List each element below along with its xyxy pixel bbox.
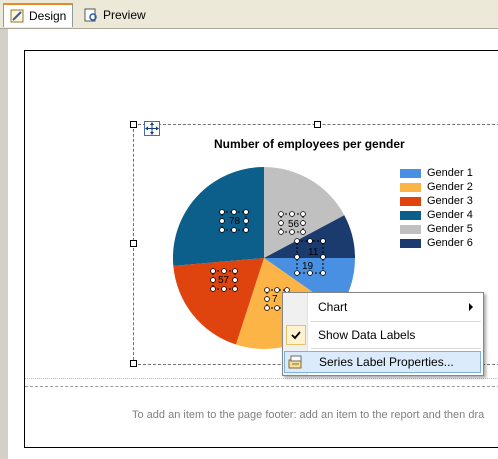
properties-icon [288,355,302,369]
menu-item-chart[interactable]: Chart [284,296,481,318]
data-label: 78 [229,216,241,227]
context-menu: Chart Show Data Labels Series Label Prop… [282,292,484,376]
legend-item: Gender 6 [400,236,473,250]
resize-handle-w[interactable] [130,240,137,247]
tab-design-label: Design [29,9,67,23]
tab-preview-label: Preview [103,8,146,22]
legend-label: Gender 2 [427,181,473,193]
submenu-arrow-icon [469,303,473,311]
chart-title: Number of employees per gender [214,137,405,151]
menu-item-show-data-labels-label: Show Data Labels [318,328,416,342]
data-label: 11 [308,247,319,258]
legend-label: Gender 5 [427,223,473,235]
tab-design[interactable]: Design [3,3,73,27]
page-footer-separator [25,386,498,387]
menu-item-series-label-properties-label: Series Label Properties... [319,355,454,369]
data-label: 57 [218,275,230,286]
resize-handle-sw[interactable] [130,360,137,367]
body-bottom-edge [25,378,498,383]
resize-handle-n[interactable] [314,121,321,128]
menu-item-show-data-labels[interactable]: Show Data Labels [284,324,481,346]
legend-swatch [400,210,421,220]
data-label: 19 [302,261,314,272]
legend-label: Gender 6 [427,237,473,249]
page-footer-hint: To add an item to the page footer: add a… [132,409,485,421]
legend-item: Gender 1 [400,166,473,180]
design-icon [10,9,24,23]
legend-label: Gender 1 [427,167,473,179]
legend-swatch [400,238,421,248]
preview-icon [84,8,97,22]
menu-item-series-label-properties[interactable]: Series Label Properties... [284,351,481,373]
legend-swatch [400,224,421,234]
menu-separator [311,321,481,322]
move-handle-icon[interactable] [144,121,160,136]
menu-separator [311,348,481,349]
tab-bar: Design Preview [0,0,498,29]
menu-item-chart-label: Chart [318,300,348,314]
resize-handle-nw[interactable] [130,121,137,128]
left-ruler [0,29,8,459]
tab-preview[interactable]: Preview [78,3,148,27]
legend-item: Gender 5 [400,222,473,236]
legend-swatch [400,196,421,206]
data-label: 7 [272,294,278,305]
legend-item: Gender 3 [400,194,473,208]
legend-label: Gender 3 [427,195,473,207]
legend-label: Gender 4 [427,209,473,221]
legend-item: Gender 4 [400,208,473,222]
legend-item: Gender 2 [400,180,473,194]
legend-swatch [400,168,421,178]
checkmark-icon [286,325,306,345]
data-label: 56 [288,219,300,230]
legend-swatch [400,182,421,192]
